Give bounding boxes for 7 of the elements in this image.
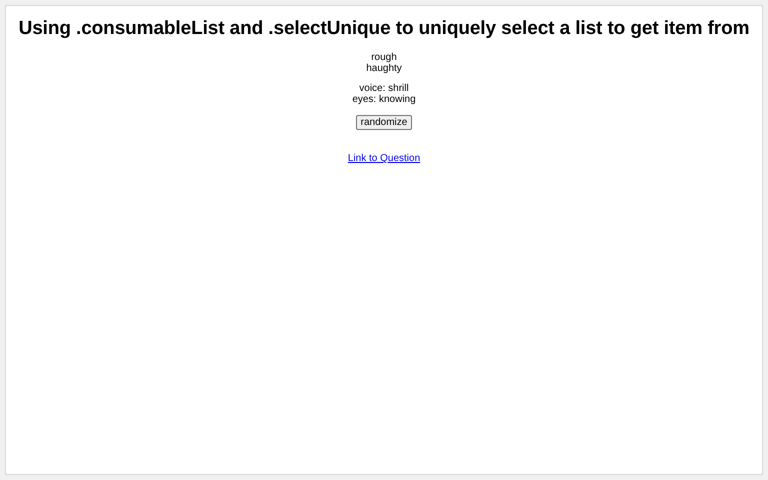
randomize-button[interactable]: randomize (356, 115, 412, 130)
page-title: Using .consumableList and .selectUnique to uniquely select a list to get item from (18, 18, 750, 40)
attribute-text: voice: shrill (359, 83, 409, 94)
trait-text: rough (371, 52, 397, 63)
trait-text: haughty (366, 63, 402, 74)
attribute-text: eyes: knowing (352, 94, 416, 105)
question-link[interactable]: Link to Question (348, 153, 420, 164)
